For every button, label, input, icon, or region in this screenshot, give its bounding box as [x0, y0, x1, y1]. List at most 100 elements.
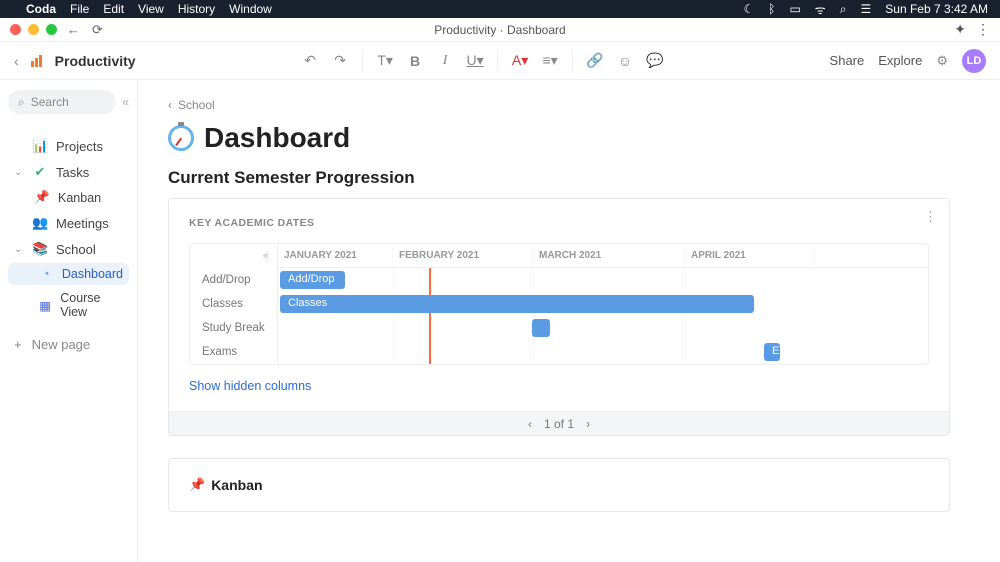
italic-icon[interactable]: I: [435, 53, 455, 69]
align-icon[interactable]: ≡▾: [540, 52, 560, 69]
separator: [497, 51, 498, 71]
pin-icon: 📌: [189, 477, 205, 493]
overflow-icon[interactable]: ⋮: [976, 21, 990, 38]
avatar[interactable]: LD: [962, 49, 986, 73]
text-color-icon[interactable]: A▾: [510, 52, 530, 69]
menu-file[interactable]: File: [70, 2, 89, 16]
search-icon: ⌕: [18, 95, 25, 110]
page-content: ‹ School Dashboard Current Semester Prog…: [138, 80, 1000, 562]
spotlight-icon[interactable]: ⌕: [840, 2, 847, 17]
minimize-window[interactable]: [28, 24, 39, 35]
moon-icon[interactable]: ☾: [743, 2, 754, 16]
doc-icon: [29, 53, 45, 69]
row-label: Study Break: [190, 316, 277, 340]
settings-icon[interactable]: ⚙: [936, 53, 948, 69]
sidebar-item-label: School: [56, 242, 96, 257]
chevron-left-icon: ‹: [168, 98, 172, 112]
people-icon: 👥: [32, 215, 48, 231]
month-header: MARCH 2021: [533, 244, 685, 267]
wifi-icon[interactable]: ᯤ: [815, 1, 826, 18]
row-label: Exams: [190, 340, 277, 364]
comment-icon[interactable]: 💬: [645, 52, 665, 69]
menu-view[interactable]: View: [138, 2, 164, 16]
new-page-label: New page: [32, 337, 91, 352]
row-label: Add/Drop: [190, 268, 277, 292]
clock-icon: ◔: [38, 267, 54, 281]
pager-prev-icon[interactable]: ‹: [528, 417, 532, 431]
show-hidden-columns[interactable]: Show hidden columns: [189, 379, 929, 393]
collapse-columns-icon[interactable]: «: [263, 250, 269, 262]
page-title: Dashboard: [204, 122, 350, 154]
window-title: Productivity · Dashboard: [0, 23, 1000, 37]
timeline-bar[interactable]: [532, 319, 550, 337]
battery-icon[interactable]: ▭: [789, 2, 800, 16]
sidebar-item-projects[interactable]: 📊 Projects: [8, 134, 129, 158]
bold-icon[interactable]: B: [405, 53, 425, 69]
month-header: FEBRUARY 2021: [393, 244, 533, 267]
bluetooth-icon[interactable]: ᛒ: [768, 2, 775, 16]
search-placeholder: Search: [31, 95, 69, 109]
check-icon: ✔: [32, 164, 48, 180]
pin-icon: 📌: [34, 190, 50, 205]
section-title: Current Semester Progression: [168, 168, 950, 188]
extensions-icon[interactable]: ✦: [954, 21, 966, 38]
sidebar-item-label: Meetings: [56, 216, 109, 231]
sidebar-item-meetings[interactable]: 👥 Meetings: [8, 211, 129, 235]
breadcrumb[interactable]: ‹ School: [168, 98, 950, 112]
plus-icon: +: [14, 337, 22, 352]
book-icon: ▦: [38, 298, 52, 313]
zoom-window[interactable]: [46, 24, 57, 35]
menubar-app[interactable]: Coda: [26, 2, 56, 16]
emoji-icon[interactable]: ☺: [615, 53, 635, 69]
app-header: ‹ Productivity ↶ ↷ T▾ B I U▾ A▾ ≡▾ 🔗 ☺ 💬…: [0, 42, 1000, 80]
sidebar-item-label: Kanban: [58, 191, 101, 205]
separator: [572, 51, 573, 71]
collapse-sidebar-icon[interactable]: «: [122, 95, 129, 109]
back-icon[interactable]: ‹: [14, 53, 19, 69]
link-icon[interactable]: 🔗: [585, 52, 605, 69]
timeline-bar[interactable]: Add/Drop: [280, 271, 345, 289]
card-menu-icon[interactable]: ⋮: [924, 209, 937, 225]
timeline-bar[interactable]: Classes: [280, 295, 754, 313]
caret-down-icon[interactable]: ⌄: [14, 244, 24, 255]
chart-icon: 📊: [32, 138, 48, 154]
undo-icon[interactable]: ↶: [300, 52, 320, 69]
explore-link[interactable]: Explore: [878, 53, 922, 68]
timeline-row: Classes: [278, 292, 928, 316]
close-window[interactable]: [10, 24, 21, 35]
timeline-row: [278, 316, 928, 340]
control-center-icon[interactable]: ☰: [861, 2, 872, 16]
timeline-card: ⋮ KEY ACADEMIC DATES « Add/Drop Classes …: [168, 198, 950, 436]
search-input[interactable]: ⌕ Search: [8, 90, 116, 114]
month-header: JANUARY 2021: [278, 244, 393, 267]
underline-icon[interactable]: U▾: [465, 52, 485, 69]
sidebar-item-course-view[interactable]: ▦ Course View: [8, 287, 129, 323]
share-link[interactable]: Share: [830, 53, 865, 68]
sidebar-item-label: Tasks: [56, 165, 89, 180]
sidebar-item-school[interactable]: ⌄ 📚 School: [8, 237, 129, 261]
nav-reload-icon[interactable]: ⟳: [92, 22, 103, 38]
sidebar-item-dashboard[interactable]: ◔ Dashboard: [8, 263, 129, 285]
text-style-icon[interactable]: T▾: [375, 52, 395, 69]
menu-history[interactable]: History: [178, 2, 215, 16]
kanban-card: 📌 Kanban: [168, 458, 950, 512]
new-page-button[interactable]: + New page: [8, 331, 129, 358]
row-label: Classes: [190, 292, 277, 316]
menu-edit[interactable]: Edit: [103, 2, 124, 16]
format-toolbar: ↶ ↷ T▾ B I U▾ A▾ ≡▾ 🔗 ☺ 💬: [300, 51, 665, 71]
caret-down-icon[interactable]: ⌄: [14, 167, 24, 178]
menu-window[interactable]: Window: [229, 2, 272, 16]
kanban-title: Kanban: [211, 477, 262, 493]
menubar-clock[interactable]: Sun Feb 7 3:42 AM: [885, 2, 988, 16]
nav-back-icon[interactable]: ←: [67, 22, 80, 38]
timeline-bar[interactable]: E: [764, 343, 780, 361]
breadcrumb-parent: School: [178, 98, 215, 112]
redo-icon[interactable]: ↷: [330, 52, 350, 69]
sidebar-item-tasks[interactable]: ⌄ ✔ Tasks: [8, 160, 129, 184]
timeline: « Add/Drop Classes Study Break Exams JAN…: [189, 243, 929, 365]
sidebar-item-kanban[interactable]: 📌 Kanban: [8, 186, 129, 209]
sidebar-item-label: Course View: [60, 291, 123, 319]
doc-name[interactable]: Productivity: [55, 53, 136, 69]
pager-text: 1 of 1: [544, 417, 574, 431]
pager-next-icon[interactable]: ›: [586, 417, 590, 431]
